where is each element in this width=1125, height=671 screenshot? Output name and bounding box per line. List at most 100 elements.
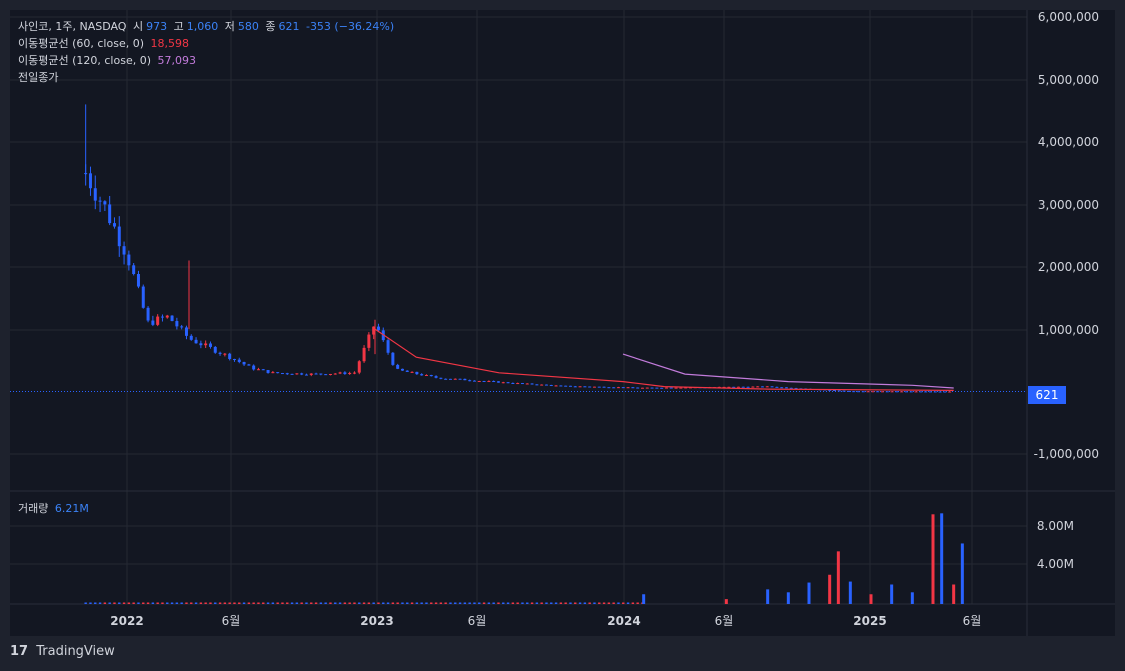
volume-bar	[473, 602, 476, 604]
candle-body	[583, 386, 587, 388]
candle-body	[376, 326, 380, 331]
volume-bar	[535, 602, 539, 604]
volume-bar	[247, 602, 251, 604]
candle-body	[472, 380, 476, 382]
candle-body	[914, 391, 918, 393]
volume-bar	[185, 602, 188, 604]
candle-body	[736, 386, 740, 388]
candle-body	[856, 391, 860, 393]
volume-bar	[564, 602, 567, 604]
volume-bar	[358, 602, 361, 604]
price-tick-label: 2,000,000	[1038, 260, 1099, 274]
volume-bar	[497, 602, 500, 604]
volume-bar	[108, 602, 111, 604]
volume-bar	[487, 602, 491, 604]
volume-bar	[281, 602, 284, 604]
candle-body	[861, 391, 865, 393]
volume-bar	[137, 602, 140, 604]
candle-body	[525, 383, 529, 385]
candle-body	[98, 200, 102, 202]
candle-body	[396, 364, 400, 369]
ma60-legend[interactable]: 이동평균선 (60, close, 0) 18,598	[18, 37, 192, 51]
volume-bar	[642, 594, 646, 604]
candle-body	[386, 340, 390, 353]
candle-body	[540, 384, 544, 386]
candle-body	[775, 386, 779, 388]
volume-bar	[286, 602, 289, 604]
volume-bar	[622, 602, 625, 604]
volume-bar	[257, 602, 260, 604]
candle-body	[463, 378, 467, 381]
candle-body	[631, 387, 635, 389]
volume-bar	[242, 602, 246, 604]
volume-bar	[391, 602, 395, 604]
time-tick-label: 6월	[222, 614, 241, 628]
ohlc-legend: 사인코, 1주, NASDAQ 시 973 고 1,060 저 580 종 621 -3…	[18, 20, 397, 34]
volume-bar	[151, 602, 155, 604]
candle-body	[324, 374, 328, 376]
candle-body	[784, 387, 788, 389]
candle-body	[256, 369, 260, 371]
volume-bar	[367, 602, 371, 604]
price-tick-label: 6,000,000	[1038, 10, 1099, 24]
volume-bar	[828, 574, 832, 604]
candle-body	[674, 387, 678, 389]
candle-body	[434, 376, 438, 378]
volume-bar	[550, 602, 553, 604]
volume-bar	[434, 602, 438, 604]
price-tick-label: -1,000,000	[1034, 447, 1099, 461]
candle-body	[919, 391, 923, 393]
candle-body	[511, 382, 515, 384]
candle-body	[367, 334, 371, 348]
volume-bar	[362, 602, 366, 604]
chart-svg[interactable]: 6,000,000 5,000,000 4,000,000 3,000,000 2,00…	[0, 0, 1125, 671]
volume-bar	[300, 602, 303, 604]
candle-body	[487, 381, 491, 383]
candle-body	[938, 391, 942, 393]
candle-body	[645, 387, 649, 389]
volume-bar	[84, 602, 87, 604]
volume-bar	[478, 602, 481, 604]
footer-brand[interactable]: 17 TradingView	[10, 644, 115, 664]
price-tick-label: 5,000,000	[1038, 73, 1099, 87]
candle-body	[112, 223, 116, 227]
volume-legend[interactable]: 거래량 6.21M	[18, 502, 92, 516]
volume-bar	[554, 602, 558, 604]
candle-body	[564, 385, 568, 387]
volume-bar	[848, 581, 852, 604]
candle-body	[876, 391, 880, 393]
volume-bar	[252, 602, 255, 604]
candle-body	[890, 391, 894, 393]
volume-bar	[530, 602, 534, 604]
candle-body	[554, 385, 558, 387]
volume-bar	[329, 602, 332, 604]
candle-body	[616, 387, 620, 389]
volume-bar	[233, 602, 236, 604]
prev-close-label: 전일종가	[18, 71, 59, 84]
volume-bar	[626, 602, 630, 604]
volume-bar	[526, 602, 529, 604]
ma120-label: 이동평균선 (120, close, 0)	[18, 54, 151, 67]
candle-body	[660, 387, 664, 389]
volume-bar	[492, 602, 495, 604]
volume-bar	[836, 551, 840, 604]
candle-body	[420, 374, 424, 376]
candle-body	[276, 372, 280, 374]
volume-bar	[502, 602, 505, 604]
volume-bar	[113, 602, 116, 604]
ma120-legend[interactable]: 이동평균선 (120, close, 0) 57,093	[18, 54, 199, 68]
volume-bar	[319, 602, 323, 604]
candle-body	[391, 352, 395, 365]
volume-bar	[290, 602, 294, 604]
volume-bar	[516, 602, 519, 604]
candle-body	[559, 385, 563, 387]
prev-close-legend[interactable]: 전일종가	[18, 71, 61, 85]
candle-body	[429, 374, 433, 377]
time-tick-label: 6월	[963, 614, 982, 628]
ma60-label: 이동평균선 (60, close, 0)	[18, 37, 144, 50]
candle-body	[530, 383, 534, 385]
volume-bar	[334, 602, 337, 604]
volume-bar	[199, 602, 203, 604]
volume-bar	[444, 602, 447, 604]
candle-body	[352, 372, 356, 374]
